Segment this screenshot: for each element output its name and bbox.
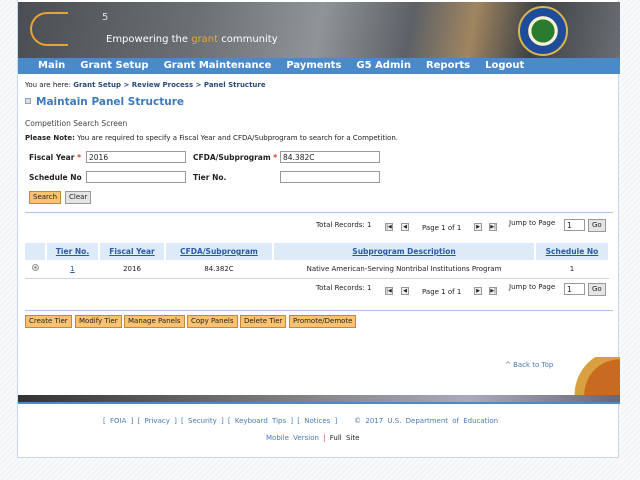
clear-button[interactable]: Clear bbox=[65, 191, 92, 204]
breadcrumb: You are here: Grant Setup > Review Proce… bbox=[25, 81, 266, 89]
go-button[interactable]: Go bbox=[588, 219, 606, 232]
schedule-label: Schedule No bbox=[29, 173, 82, 182]
jump-input-bottom[interactable]: 1 bbox=[564, 283, 585, 295]
create-tier-button[interactable]: Create Tier bbox=[25, 315, 72, 328]
modify-tier-button[interactable]: Modify Tier bbox=[75, 315, 122, 328]
mobile-version-link[interactable]: Mobile Version bbox=[266, 434, 319, 442]
classroom-image bbox=[568, 357, 620, 395]
total-records-bottom: Total Records: 1 bbox=[316, 284, 372, 292]
total-records: Total Records: 1 bbox=[316, 221, 372, 229]
select-column bbox=[25, 243, 47, 260]
footer-foia[interactable]: FOIA bbox=[110, 417, 126, 425]
full-site-label: Full Site bbox=[329, 434, 360, 442]
last-page-icon[interactable]: ▶| bbox=[489, 287, 497, 295]
tier-input[interactable] bbox=[280, 171, 380, 183]
page-indicator-bottom: Page 1 of 1 bbox=[422, 288, 462, 296]
main-nav: Main Grant Setup Grant Maintenance Payme… bbox=[18, 58, 620, 74]
page-indicator: Page 1 of 1 bbox=[422, 224, 462, 232]
nav-grant-setup[interactable]: Grant Setup bbox=[80, 58, 148, 74]
last-page-icon[interactable]: ▶| bbox=[489, 223, 497, 231]
tier-link[interactable]: 1 bbox=[70, 265, 74, 273]
manage-panels-button[interactable]: Manage Panels bbox=[124, 315, 185, 328]
page-container: 5 Empowering the grant community Main Gr… bbox=[17, 0, 620, 458]
header-description[interactable]: Subprogram Description bbox=[273, 243, 536, 260]
footer-privacy[interactable]: Privacy bbox=[145, 417, 170, 425]
search-button[interactable]: Search bbox=[29, 191, 62, 204]
results-table: Tier No. Fiscal Year CFDA/Subprogram Sub… bbox=[25, 243, 610, 279]
header-schedule[interactable]: Schedule No bbox=[535, 243, 610, 260]
footer-links: [ FOIA ] [ Privacy ] [ Security ] [ Keyb… bbox=[103, 417, 499, 425]
row-radio[interactable] bbox=[32, 264, 39, 272]
first-page-icon[interactable]: |◀ bbox=[385, 223, 393, 231]
g5-logo bbox=[30, 12, 68, 46]
table-row: 1 2016 84.382C Native American-Serving N… bbox=[25, 260, 609, 279]
section-title: Competition Search Screen bbox=[25, 119, 128, 128]
logo-superscript: 5 bbox=[102, 12, 109, 23]
fiscal-year-input[interactable]: 2016 bbox=[86, 151, 186, 163]
next-page-icon[interactable]: ▶ bbox=[474, 223, 482, 231]
prev-page-icon[interactable]: ◀ bbox=[401, 287, 409, 295]
schedule-input[interactable] bbox=[86, 171, 186, 183]
cfda-input[interactable]: 84.382C bbox=[280, 151, 380, 163]
fiscal-year-label: Fiscal Year * bbox=[29, 153, 81, 162]
tier-label: Tier No. bbox=[193, 173, 227, 182]
jump-input[interactable]: 1 bbox=[564, 219, 585, 231]
jump-label-bottom: Jump to Page bbox=[509, 283, 556, 291]
cell-description: Native American-Serving Nontribal Instit… bbox=[273, 260, 535, 279]
header-cfda[interactable]: CFDA/Subprogram bbox=[165, 243, 274, 260]
breadcrumb-path[interactable]: Grant Setup > Review Process > Panel Str… bbox=[73, 81, 265, 89]
divider bbox=[25, 310, 613, 311]
note: Please Note: You are required to specify… bbox=[25, 134, 398, 142]
next-page-icon[interactable]: ▶ bbox=[474, 287, 482, 295]
back-to-top-link[interactable]: ^ Back to Top bbox=[505, 361, 553, 369]
cell-fiscal-year: 2016 bbox=[99, 260, 165, 279]
nav-payments[interactable]: Payments bbox=[286, 58, 341, 74]
nav-main[interactable]: Main bbox=[38, 58, 65, 74]
page-title: Maintain Panel Structure bbox=[25, 96, 184, 108]
collapse-icon[interactable] bbox=[25, 98, 31, 104]
delete-tier-button[interactable]: Delete Tier bbox=[240, 315, 287, 328]
prev-page-icon[interactable]: ◀ bbox=[401, 223, 409, 231]
table-header: Tier No. Fiscal Year CFDA/Subprogram Sub… bbox=[25, 243, 610, 260]
nav-g5-admin[interactable]: G5 Admin bbox=[356, 58, 411, 74]
nav-logout[interactable]: Logout bbox=[485, 58, 524, 74]
header-tier[interactable]: Tier No. bbox=[46, 243, 100, 260]
cell-cfda: 84.382C bbox=[165, 260, 273, 279]
nav-reports[interactable]: Reports bbox=[426, 58, 470, 74]
jump-label: Jump to Page bbox=[509, 219, 556, 227]
nav-grant-maintenance[interactable]: Grant Maintenance bbox=[164, 58, 272, 74]
header-banner: 5 Empowering the grant community bbox=[18, 2, 620, 58]
copyright: © 2017 U.S. Department of Education bbox=[354, 417, 499, 425]
divider bbox=[25, 212, 613, 213]
go-button-bottom[interactable]: Go bbox=[588, 283, 606, 296]
header-fiscal-year[interactable]: Fiscal Year bbox=[99, 243, 166, 260]
footer-keyboard-tips[interactable]: Keyboard Tips bbox=[235, 417, 286, 425]
footer-band bbox=[18, 395, 620, 404]
tagline: Empowering the grant community bbox=[106, 34, 278, 45]
footer-security[interactable]: Security bbox=[188, 417, 217, 425]
cfda-label: CFDA/Subprogram * bbox=[193, 153, 278, 162]
site-version: Mobile Version | Full Site bbox=[266, 434, 360, 442]
first-page-icon[interactable]: |◀ bbox=[385, 287, 393, 295]
footer-notices[interactable]: Notices bbox=[304, 417, 330, 425]
department-seal-icon bbox=[518, 6, 568, 56]
cell-schedule: 1 bbox=[535, 260, 609, 279]
promote-demote-button[interactable]: Promote/Demote bbox=[289, 315, 357, 328]
copy-panels-button[interactable]: Copy Panels bbox=[187, 315, 238, 328]
